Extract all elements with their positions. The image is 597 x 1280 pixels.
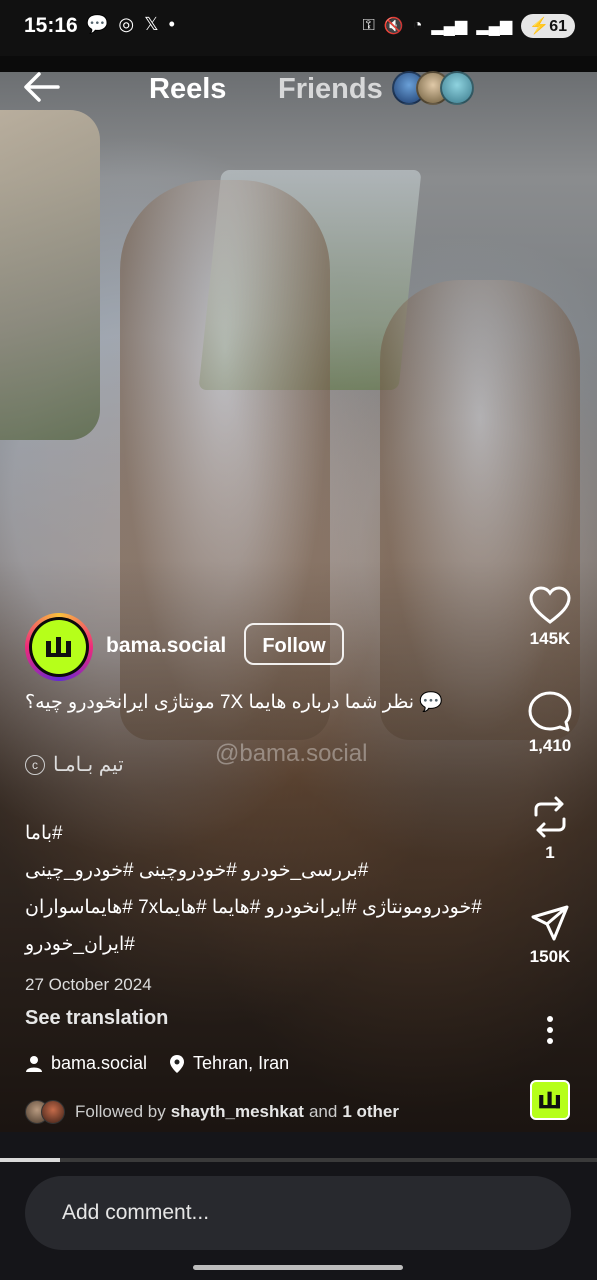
comment-placeholder: Add comment... <box>62 1201 210 1224</box>
reels-header: Reels Friends <box>0 56 597 116</box>
battery-indicator: ⚡61 <box>521 14 575 38</box>
bama-logo <box>32 620 86 674</box>
see-translation-link[interactable]: See translation <box>25 1007 168 1030</box>
system-icons: ⚿ 🔇 ◔ ▂▄▆ ▂▄▆ ⚡61 <box>363 14 575 38</box>
wifi-icon: ◔ <box>412 17 423 34</box>
signal-icon: ▂▄▆ <box>476 18 513 35</box>
status-bar: 15:16 💬 ◎ 𝕏 • ⚿ 🔇 ◔ ▂▄▆ ▂▄▆ ⚡61 <box>0 0 597 56</box>
like-action[interactable]: 145K <box>520 585 580 649</box>
bama-audio-icon <box>539 1091 560 1109</box>
comment-action[interactable]: 1,410 <box>520 690 580 756</box>
home-indicator[interactable] <box>193 1265 403 1270</box>
repost-action[interactable]: 1 <box>520 795 580 863</box>
followed-by-user: shayth_meshkat <box>170 1102 304 1121</box>
hashtags: #باما #بررسی_خودرو #خودروچینی #خودرو_چین… <box>25 815 525 963</box>
team-label: تیم بـامـا <box>53 754 124 776</box>
person-icon <box>26 1055 42 1072</box>
friends-avatars[interactable] <box>392 71 474 105</box>
tab-friends[interactable]: Friends <box>278 73 383 106</box>
video-progress-fill <box>0 1158 60 1162</box>
like-count: 145K <box>529 629 571 648</box>
followed-by-other: 1 other <box>342 1102 400 1121</box>
instagram-icon: ◎ <box>118 14 135 34</box>
friend-avatar <box>440 71 474 105</box>
x-icon: 𝕏 <box>144 14 159 34</box>
more-dots-icon[interactable] <box>545 1015 555 1045</box>
followed-by-and: and <box>308 1102 338 1121</box>
video-car-window <box>0 110 100 440</box>
status-time: 15:16 <box>24 14 78 37</box>
back-arrow-icon[interactable] <box>22 70 62 104</box>
comment-count: 1,410 <box>528 736 572 755</box>
signal-icon: ▂▄▆ <box>431 18 468 35</box>
hashtag-line[interactable]: #بررسی_خودرو #خودروچینی #خودرو_چینی <box>25 852 525 889</box>
share-count: 150K <box>529 947 571 966</box>
message-icon: 💬 <box>86 14 109 34</box>
copyright-icon: c <box>25 754 45 775</box>
key-icon: ⚿ <box>362 17 375 34</box>
video-progress[interactable] <box>0 1158 597 1162</box>
send-icon[interactable] <box>530 903 570 943</box>
followed-by[interactable]: Followed by shayth_meshkat and 1 other <box>25 1100 399 1124</box>
repost-count: 1 <box>545 843 555 862</box>
notification-icons: 💬 ◎ 𝕏 • <box>86 14 175 35</box>
author-username[interactable]: bama.social <box>106 634 226 658</box>
tab-reels[interactable]: Reels <box>149 73 226 106</box>
account-tag-label: bama.social <box>51 1053 148 1073</box>
location-tag[interactable]: Tehran, Iran <box>169 1053 289 1074</box>
caption-team: c تیم بـامـا <box>25 752 124 777</box>
share-action[interactable]: 150K <box>520 903 580 967</box>
location-label: Tehran, Iran <box>193 1053 290 1073</box>
hashtag-line[interactable]: #خودرومونتاژی #ایرانخودرو #هایما #هایما7… <box>25 889 525 926</box>
audio-thumbnail[interactable] <box>530 1080 570 1120</box>
heart-icon[interactable] <box>528 585 572 625</box>
repost-icon[interactable] <box>530 795 570 839</box>
hashtag-line[interactable]: #باما <box>25 815 525 852</box>
battery-level: 61 <box>549 18 567 35</box>
followed-by-prefix: Followed by <box>75 1102 166 1121</box>
author-avatar[interactable] <box>25 613 93 681</box>
mute-icon: 🔇 <box>383 18 404 35</box>
account-tag[interactable]: bama.social <box>25 1053 147 1074</box>
video-watermark: @bama.social <box>215 740 368 767</box>
post-meta: bama.social Tehran, Iran <box>25 1053 311 1074</box>
hashtag-line[interactable]: #ایران_خودرو <box>25 926 525 963</box>
follower-avatar <box>41 1100 65 1124</box>
post-date: 27 October 2024 <box>25 975 152 994</box>
comment-icon[interactable] <box>528 690 572 732</box>
follow-button[interactable]: Follow <box>244 623 344 665</box>
caption-text[interactable]: 💬 نظر شما درباره هایما 7X مونتاژی ایرانخ… <box>25 690 443 714</box>
location-pin-icon <box>170 1054 185 1073</box>
comment-input[interactable]: Add comment... <box>25 1176 571 1250</box>
more-options[interactable] <box>520 1015 580 1045</box>
dot-icon: • <box>168 14 175 34</box>
